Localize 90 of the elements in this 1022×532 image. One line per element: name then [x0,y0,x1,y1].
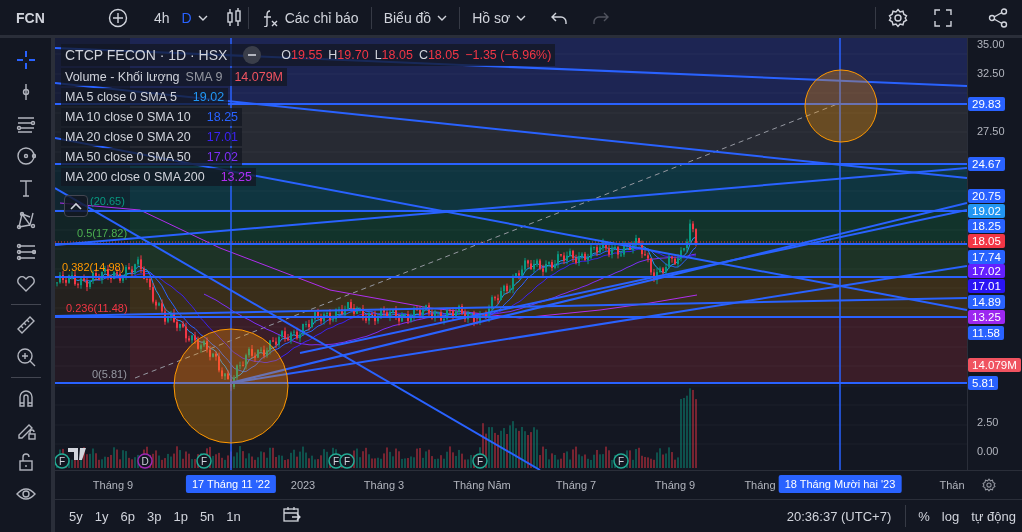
fib-level-label: 0.5(17.82) [77,227,128,239]
collapse-legend-button[interactable] [64,195,88,217]
earnings-marker[interactable]: F [472,453,488,469]
price-label: 18.25 [968,219,1005,233]
price-tick: 27.50 [977,125,1005,138]
price-label: 17.01 [968,279,1005,293]
ohlc-value: C18.05 [418,48,460,62]
time-tick: Thán [939,479,965,491]
time-tick: Tháng 3 [363,479,405,491]
symbol-name[interactable]: FCN [16,9,102,26]
redo-icon [592,10,611,25]
range-button[interactable]: 6p [114,506,141,526]
price-label: 19.02 [968,204,1005,218]
undo-icon [550,10,569,25]
crosshair-date-label: 18 Tháng Mười hai '23 [778,475,902,493]
caret-icon [516,14,527,21]
indicator-value: 13.25 [220,170,252,184]
indicator-value: 19.02 [192,90,225,104]
price-label: 5.81 [968,376,999,390]
crosshair-date-label: 17 Tháng 11 '22 [185,475,277,493]
price-tick: 0.00 [977,445,999,457]
price-tick: 32.50 [977,67,1005,79]
range-button[interactable]: 1n [220,506,247,526]
circle-shape[interactable] [804,69,878,143]
time-tick: Tháng 9 [92,479,134,491]
indicator-value: 17.02 [206,150,239,164]
range-button[interactable]: 1p [167,506,194,526]
time-tick: Tháng [744,479,776,491]
dividend-marker[interactable]: D [137,453,153,469]
scale-option-button[interactable]: log [935,506,966,526]
fib-level-label: (20.65) [90,195,125,207]
price-label: 24.67 [968,157,1005,171]
minus-icon[interactable] [243,46,262,64]
range-button[interactable]: 3p [140,506,168,526]
indicator-name: MA 5 close 0 SMA 5 [65,90,177,104]
indicator-name: MA 10 close 0 SMA 10 [65,110,191,124]
indicator-value: 14.079M [234,70,284,84]
indicator-value: 18.25 [206,110,239,124]
earnings-marker[interactable]: F [55,453,70,469]
range-button[interactable]: 1y [88,506,115,526]
price-change: −1.35 (−6.96%) [465,48,552,62]
chevron-up-icon [70,202,82,210]
earnings-marker[interactable]: F [613,453,629,469]
time-tick: Tháng 9 [654,479,696,491]
time-tick: 2023 [290,479,316,491]
fib-level-label: 0(5.81) [92,368,127,380]
drawn-trend-lines[interactable] [55,38,967,470]
price-label: 17.02 [968,264,1005,278]
earnings-marker[interactable]: F [339,453,355,469]
indicator-name: MA 200 close 0 SMA 200 [65,170,205,184]
indicator-name: MA 50 close 0 SMA 50 [65,150,191,164]
price-label: 20.75 [968,189,1005,203]
candlestick-icon[interactable] [225,7,242,28]
price-label: 18.05 [968,234,1005,248]
scale-option-button[interactable]: tự động [965,506,1022,526]
circle-shape[interactable] [173,328,289,444]
clock-time: 20:36:37 (UTC+7) [786,508,892,524]
settings-icon[interactable] [982,478,996,492]
price-label: 11.58 [968,326,1004,340]
indicators-button[interactable]: Các chỉ báo [254,4,365,31]
price-label: 29.83 [968,97,1005,111]
interval-button[interactable]: D [175,5,198,30]
ohlc-value: L18.05 [374,48,413,62]
caret-icon[interactable] [197,14,208,21]
profile-menu-button[interactable]: Hồ sơ [466,5,533,30]
chart-menu-button[interactable]: Biểu đồ [377,5,454,30]
ohlc-value: H19.70 [328,48,369,62]
fib-level-label: 0.236(11.48) [66,302,128,314]
price-label: 17.74 [968,250,1005,264]
caret-icon [437,14,448,21]
fib-level-label: 0.382(14.98) [62,261,125,273]
indicator-name: Volume - Khối lượng [65,70,180,84]
indicator-value: 17.01 [206,130,239,144]
range-button[interactable]: 5n [193,506,221,526]
chart-title: CTCP FECON · 1D · HSX [65,47,228,63]
time-tick: Tháng 7 [555,479,597,491]
price-tick: 35.00 [977,37,1005,50]
ohlc-value: O19.55 [281,48,323,62]
indicator-params: SMA 9 [185,70,223,84]
price-label: 14.89 [968,295,1005,309]
price-tick: 2.50 [977,415,999,428]
time-tick: Tháng Năm [453,479,511,491]
range-button[interactable]: 5y [63,506,89,526]
earnings-marker[interactable]: F [196,453,212,469]
logo-icon[interactable] [68,448,86,460]
interval-button[interactable]: 4h [148,5,176,30]
price-label: 13.25 [968,310,1005,324]
indicator-name: MA 20 close 0 SMA 20 [65,130,191,144]
scale-option-button[interactable]: % [912,506,936,526]
price-label: 14.079M [968,358,1021,372]
